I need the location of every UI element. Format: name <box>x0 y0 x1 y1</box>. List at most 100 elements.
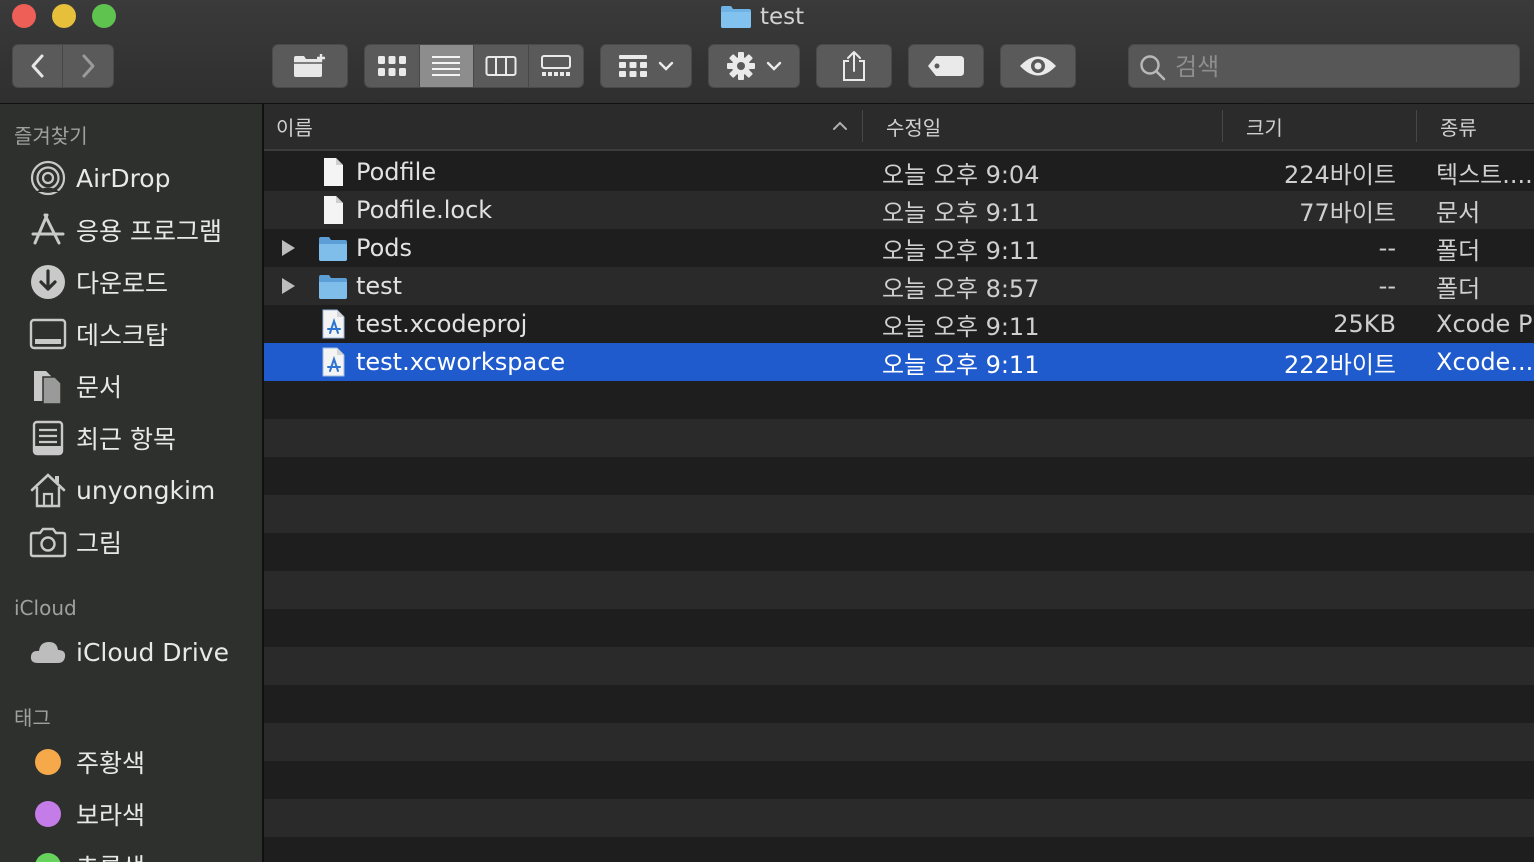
sidebar-item-label: 최근 항목 <box>76 425 176 454</box>
file-name: Podfile.lock <box>356 196 493 224</box>
file-name: Pods <box>356 234 413 262</box>
empty-row-stripe <box>264 495 1534 533</box>
list-icon <box>432 56 461 76</box>
sidebar-item-icloud-drive[interactable]: iCloud Drive <box>28 630 258 674</box>
column-header-label: 이름 <box>276 116 313 140</box>
desktop-icon <box>29 318 67 350</box>
eye-icon <box>1020 56 1056 76</box>
new-folder-button[interactable] <box>272 44 348 88</box>
tag-icon <box>928 56 964 76</box>
columns-icon <box>485 56 517 76</box>
minimize-button[interactable] <box>52 4 76 28</box>
group-by-button[interactable] <box>600 44 692 88</box>
sidebar-item-label: 다운로드 <box>76 269 169 298</box>
file-size: 224바이트 <box>1283 160 1396 189</box>
file-date-modified: 오늘 오후 9:11 <box>882 198 1040 227</box>
recents-icon <box>32 420 64 456</box>
file-name: test <box>356 272 403 300</box>
disclosure-triangle-icon[interactable] <box>280 239 296 257</box>
column-header-name[interactable]: 이름 <box>276 104 856 149</box>
file-row[interactable]: Pods 오늘 오후 9:11 -- 폴더 <box>264 229 1534 267</box>
file-date-modified: 오늘 오후 9:11 <box>882 350 1040 379</box>
folder-icon <box>721 6 751 28</box>
sidebar-item-recents[interactable]: 최근 항목 <box>28 416 258 460</box>
file-date-modified: 오늘 오후 9:11 <box>882 236 1040 265</box>
file-row[interactable]: Podfile 오늘 오후 9:04 224바이트 텍스트....a <box>264 153 1534 191</box>
column-header-size[interactable]: 크기 <box>1246 104 1416 149</box>
cloud-icon <box>30 642 66 663</box>
sidebar-item-label: unyongkim <box>76 475 216 505</box>
search-input[interactable] <box>1173 49 1507 85</box>
gear-icon <box>727 52 755 80</box>
column-divider[interactable] <box>862 110 863 142</box>
back-button[interactable] <box>13 45 64 87</box>
empty-row-stripe <box>264 647 1534 685</box>
xcode-document-icon <box>322 347 345 377</box>
grid-icon <box>377 56 406 76</box>
column-header-label: 종류 <box>1440 116 1477 140</box>
folder-icon <box>319 275 347 299</box>
sidebar-item-airdrop[interactable]: AirDrop <box>28 156 258 200</box>
search-field[interactable] <box>1128 44 1520 88</box>
sidebar-tag-green[interactable]: 초록색 <box>28 844 258 862</box>
sidebar-item-applications[interactable]: 응용 프로그램 <box>28 208 258 252</box>
sidebar-item-documents[interactable]: 문서 <box>28 364 258 408</box>
column-header-kind[interactable]: 종류 <box>1440 104 1534 149</box>
file-size: -- <box>1378 272 1396 300</box>
file-name: test.xcworkspace <box>356 348 566 376</box>
chevron-down-icon <box>766 61 782 71</box>
file-kind: 폴더 <box>1436 236 1481 265</box>
column-divider[interactable] <box>1222 110 1223 142</box>
sidebar-tag-orange[interactable]: 주황색 <box>28 740 258 784</box>
file-row[interactable]: test.xcodeproj 오늘 오후 9:11 25KB Xcode Pr <box>264 305 1534 343</box>
close-button[interactable] <box>12 4 36 28</box>
list-view-button[interactable] <box>419 45 474 87</box>
column-divider[interactable] <box>1416 110 1417 142</box>
sidebar-section-favorites: 즐겨찾기 <box>14 124 88 148</box>
disclosure-triangle-icon[interactable] <box>280 277 296 295</box>
file-kind: 문서 <box>1436 198 1481 227</box>
empty-row-stripe <box>264 419 1534 457</box>
sidebar-section-tags: 태그 <box>14 706 51 730</box>
file-date-modified: 오늘 오후 9:04 <box>882 160 1040 189</box>
forward-button[interactable] <box>63 45 113 87</box>
column-view-button[interactable] <box>474 45 529 87</box>
quick-look-button[interactable] <box>1000 44 1076 88</box>
tag-button[interactable] <box>908 44 984 88</box>
file-row[interactable]: test 오늘 오후 8:57 -- 폴더 <box>264 267 1534 305</box>
document-icon <box>324 158 343 186</box>
sidebar-tag-purple[interactable]: 보라색 <box>28 792 258 836</box>
share-button[interactable] <box>816 44 892 88</box>
sidebar-item-desktop[interactable]: 데스크탑 <box>28 312 258 356</box>
file-date-modified: 오늘 오후 8:57 <box>882 274 1040 303</box>
sidebar-item-label: 초록색 <box>76 848 145 862</box>
sort-ascending-icon <box>833 121 847 130</box>
file-row[interactable]: test.xcworkspace 오늘 오후 9:11 222바이트 Xcode...… <box>264 343 1534 381</box>
airdrop-icon <box>30 160 66 196</box>
file-row[interactable]: Podfile.lock 오늘 오후 9:11 77바이트 문서 <box>264 191 1534 229</box>
gallery-view-button[interactable] <box>528 45 583 87</box>
downloads-icon <box>31 265 65 299</box>
sidebar-item-home[interactable]: unyongkim <box>28 468 258 512</box>
list-header: 이름 수정일 크기 종류 <box>264 104 1534 151</box>
file-size: 77바이트 <box>1299 198 1396 227</box>
empty-row-stripe <box>264 571 1534 609</box>
icon-view-button[interactable] <box>365 45 420 87</box>
file-kind: Xcode Pr <box>1436 310 1534 338</box>
toolbar: test <box>0 0 1534 104</box>
document-icon <box>324 196 343 224</box>
sidebar-item-label: 응용 프로그램 <box>76 217 222 246</box>
new-folder-icon <box>294 54 325 77</box>
sidebar-item-pictures[interactable]: 그림 <box>28 520 258 564</box>
column-header-label: 크기 <box>1246 116 1283 140</box>
empty-row-stripe <box>264 799 1534 837</box>
search-icon <box>1140 55 1166 81</box>
file-name: Podfile <box>356 158 437 186</box>
file-size: 25KB <box>1333 310 1396 338</box>
action-menu-button[interactable] <box>708 44 800 88</box>
file-kind: 텍스트....a <box>1436 160 1534 189</box>
sidebar-item-downloads[interactable]: 다운로드 <box>28 260 258 304</box>
sidebar-item-label: 문서 <box>76 373 123 402</box>
zoom-button[interactable] <box>92 4 116 28</box>
column-header-date[interactable]: 수정일 <box>886 104 1216 149</box>
